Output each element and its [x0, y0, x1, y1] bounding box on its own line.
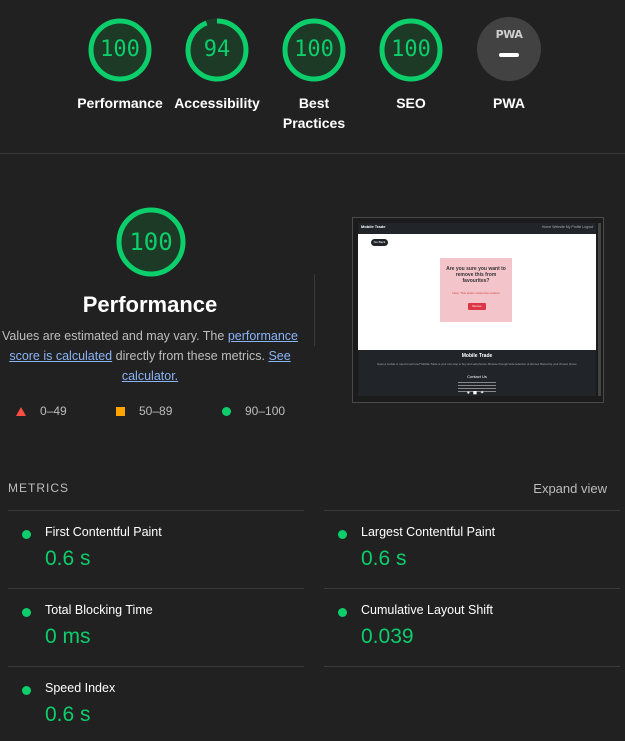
thumb-subtext: Note: This action cannot be undone [452, 291, 500, 295]
gauge-score: 100 [100, 37, 140, 62]
metric-name: First Contentful Paint [45, 525, 162, 539]
legend-pass-label: 90–100 [245, 404, 286, 418]
gauge-score: 100 [391, 37, 431, 62]
divider [8, 666, 304, 667]
triangle-icon [16, 407, 26, 417]
thumb-page: Go Back Are you sure you want to remove … [358, 234, 596, 350]
final-screenshot[interactable]: Mobile Trade Home Website My Profile Log… [352, 217, 604, 403]
divider [8, 588, 304, 589]
pass-dot-icon [22, 608, 31, 617]
divider [324, 510, 620, 511]
pass-dot-icon [22, 686, 31, 695]
circle-icon [222, 407, 231, 417]
thumb-footer: Mobile Trade Have a mobile or need to se… [358, 350, 596, 396]
metric-value: 0.6 s [361, 547, 407, 570]
divider [324, 666, 620, 667]
legend-average-label: 50–89 [139, 404, 173, 418]
thumb-scrollbar [598, 223, 601, 396]
thumb-navbar: Mobile Trade Home Website My Profile Log… [358, 223, 596, 234]
metric-value: 0.6 s [45, 703, 91, 726]
square-icon [116, 407, 125, 417]
thumb-footer-title: Mobile Trade [461, 353, 493, 359]
gauge-pwa[interactable]: PWA PWA [449, 17, 569, 113]
legend-average: 50–89 [116, 404, 172, 418]
performance-gauge: 100 [115, 206, 187, 278]
pwa-dash [499, 53, 519, 57]
performance-title: Performance [82, 292, 218, 317]
thumb-brand: Mobile Trade [361, 224, 386, 229]
thumb-remove-button: Remove [468, 303, 486, 310]
pass-dot-icon [338, 608, 347, 617]
pass-dot-icon [338, 530, 347, 539]
gauge-label: Best Practices [282, 95, 346, 131]
gauge-label: PWA [493, 95, 525, 111]
category-scores: 100 Performance 94 Accessibility 100 Bes… [0, 0, 625, 154]
thumb-nav-links: Home Website My Profile Logout [541, 225, 593, 229]
pwa-badge-icon: PWA [477, 17, 541, 81]
divider [324, 588, 620, 589]
metric-name: Largest Contentful Paint [361, 525, 496, 539]
metric-value: 0 ms [45, 625, 91, 648]
pwa-badge-text: PWA [495, 28, 523, 41]
metrics-heading: METRICS [8, 481, 69, 495]
performance-score: 100 [129, 228, 173, 256]
thumb-question: Are you sure you want to remove this fro… [446, 266, 506, 284]
pass-dot-icon [22, 530, 31, 539]
legend-pass: 90–100 [222, 404, 285, 418]
thumb-contact: Contact Us [467, 374, 487, 379]
metric-value: 0.6 s [45, 547, 91, 570]
gauge-score: 100 [294, 37, 334, 62]
legend-fail-label: 0–49 [40, 404, 67, 418]
divider [314, 274, 315, 346]
thumb-confirm-box: Are you sure you want to remove this fro… [440, 258, 512, 322]
divider [8, 510, 304, 511]
metric-name: Cumulative Layout Shift [361, 603, 494, 617]
gauge-score: 94 [203, 37, 231, 62]
performance-description: Values are estimated and may vary. The p… [2, 326, 298, 386]
metric-name: Total Blocking Time [45, 603, 153, 617]
metric-name: Speed Index [45, 681, 116, 695]
social-icons: ●◼✦ [466, 390, 488, 396]
thumb-footer-desc: Have a mobile or need to sell one? Mobil… [377, 362, 577, 366]
metric-value: 0.039 [361, 625, 414, 648]
expand-view-button[interactable]: Expand view [533, 481, 607, 496]
desc-text: directly from these metrics. [112, 349, 269, 363]
thumb-back-button: Go Back [371, 239, 388, 246]
desc-text: Values are estimated and may vary. The [2, 329, 228, 343]
legend-fail: 0–49 [16, 404, 67, 418]
